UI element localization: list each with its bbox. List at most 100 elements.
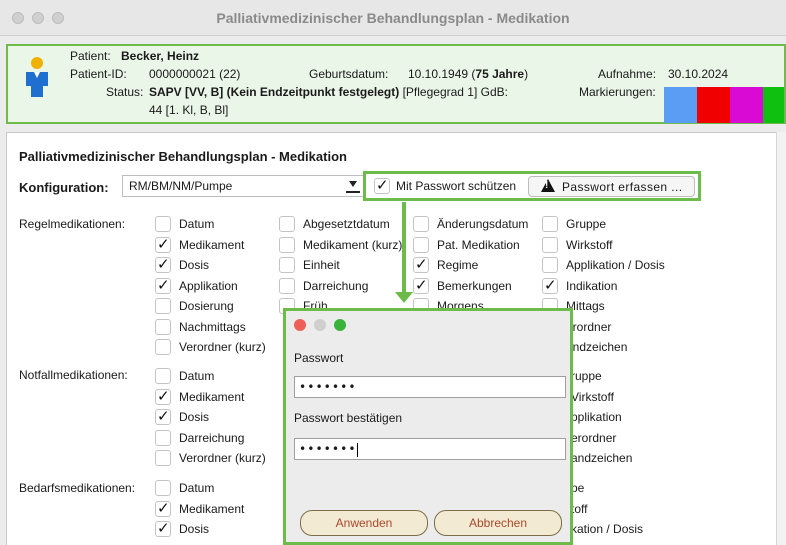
notfall-option-1-label: Medikament [179, 389, 245, 404]
regel-option-2-0-label: Abgesetztdatum [303, 217, 390, 231]
dialog-zoom-button[interactable] [334, 319, 346, 331]
notfall-option-0-label: Datum [179, 369, 215, 383]
notfall-partial-label-4: andzeichen [571, 451, 633, 465]
cancel-button[interactable]: Abbrechen [434, 510, 562, 536]
regel-option-2-3-label: Darreichung [303, 278, 369, 293]
regel-option-4-2-checkbox[interactable] [542, 257, 558, 273]
regel-option-2-2-label: Einheit [303, 258, 340, 272]
regel-option-2-1-label: Medikament (kurz) [303, 237, 403, 252]
password-protect-group: Mit Passwort schützen ! Passwort erfasse… [363, 171, 701, 201]
regel-option-1-1-checkbox[interactable] [155, 235, 171, 253]
password-input[interactable]: ••••••• [294, 376, 566, 398]
config-combobox[interactable]: RM/BM/NM/Pumpe [122, 175, 364, 197]
regel-option-4-3-checkbox[interactable] [542, 276, 558, 294]
regel-option-3-2-checkbox[interactable] [413, 255, 429, 273]
bedarf-partial-label-0: pe [571, 481, 585, 495]
chevron-down-icon[interactable] [346, 179, 360, 193]
regel-option-4-3-label: Indikation [566, 278, 618, 293]
marker-swatch-magenta[interactable] [730, 87, 763, 123]
confirm-password-input[interactable]: ••••••• [294, 438, 566, 460]
notfall-option-4-checkbox[interactable] [155, 450, 171, 466]
password-protect-checkbox[interactable] [374, 176, 390, 194]
bedarf-option-0-checkbox[interactable] [155, 480, 171, 496]
notfall-label: Notfallmedikationen: [19, 368, 128, 382]
apply-button[interactable]: Anwenden [300, 510, 428, 536]
marker-swatch-red[interactable] [697, 87, 730, 123]
regel-option-3-0-label: Änderungsdatum [437, 217, 529, 231]
confirm-password-label: Passwort bestätigen [294, 411, 403, 425]
regel-option-1-6-label: Verordner (kurz) [179, 340, 266, 354]
notfall-partial-label-3: erordner [571, 430, 617, 445]
annotation-arrow [402, 202, 406, 294]
regel-option-1-2-checkbox[interactable] [155, 255, 171, 273]
notfall-partial-label-0: ruppe [571, 369, 602, 383]
regel-option-2-3-checkbox[interactable] [279, 277, 295, 294]
admission-value: 30.10.2024 [668, 67, 729, 81]
window-titlebar: Palliativmedizinischer Behandlungsplan -… [0, 0, 786, 36]
notfall-partial-label-1: Virkstoff [571, 389, 614, 404]
regel-option-3-3-checkbox[interactable] [413, 276, 429, 294]
regel-option-1-5-label: Nachmittags [179, 319, 246, 334]
config-value: RM/BM/NM/Pumpe [129, 179, 233, 193]
password-protect-label: Mit Passwort schützen [396, 179, 517, 193]
patient-avatar-icon [26, 57, 48, 97]
regel-option-2-1-checkbox[interactable] [279, 236, 295, 253]
marker-swatch-green[interactable] [763, 87, 784, 123]
regel-option-1-0-checkbox[interactable] [155, 216, 171, 232]
regel-option-1-3-label: Applikation [179, 278, 238, 293]
vertical-scrollbar[interactable] [776, 132, 786, 545]
admission-label: Aufnahme: [598, 67, 657, 81]
bedarf-option-2-label: Dosis [179, 522, 210, 536]
status-value: SAPV [VV, B] (Kein Endzeitpunkt festgele… [149, 85, 508, 99]
section-heading: Palliativmedizinischer Behandlungsplan -… [19, 149, 347, 164]
password-dialog: Passwort ••••••• Passwort bestätigen •••… [283, 308, 573, 545]
regel-option-4-2-label: Applikation / Dosis [566, 258, 665, 272]
dob-label: Geburtsdatum: [309, 67, 389, 81]
enter-password-button-label: Passwort erfassen ... [562, 180, 683, 194]
notfall-option-3-label: Darreichung [179, 430, 245, 445]
regel-option-3-1-checkbox[interactable] [413, 236, 429, 253]
notfall-partial-label-2: pplikation [571, 410, 622, 424]
notfall-option-0-checkbox[interactable] [155, 368, 171, 384]
regel-label: Regelmedikationen: [19, 217, 126, 231]
notfall-option-4-label: Verordner (kurz) [179, 451, 266, 465]
bedarf-option-1-checkbox[interactable] [155, 499, 171, 517]
status-value-line2: 44 [1. Kl, B, Bl] [149, 103, 229, 117]
regel-option-1-6-checkbox[interactable] [155, 339, 171, 355]
regel-option-4-1-label: Wirkstoff [566, 237, 613, 252]
window-title: Palliativmedizinischer Behandlungsplan -… [216, 10, 570, 26]
regel-option-3-3-label: Bemerkungen [437, 278, 512, 293]
dialog-minimize-button[interactable] [314, 319, 326, 331]
bedarf-option-2-checkbox[interactable] [155, 519, 171, 537]
regel-option-1-2-label: Dosis [179, 258, 210, 272]
patient-id-label: Patient-ID: [70, 67, 127, 81]
regel-option-1-5-checkbox[interactable] [155, 318, 171, 335]
patient-id-value: 0000000021 (22) [149, 67, 241, 81]
marker-swatch-blue[interactable] [664, 87, 697, 123]
notfall-option-2-checkbox[interactable] [155, 407, 171, 425]
bedarf-partial-label-2: kation / Dosis [571, 522, 644, 536]
regel-option-4-0-label: Gruppe [566, 217, 607, 231]
password-label: Passwort [294, 351, 344, 365]
notfall-option-1-checkbox[interactable] [155, 387, 171, 405]
patient-label: Patient: [70, 49, 111, 63]
config-label: Konfiguration: [19, 180, 109, 195]
notfall-option-3-checkbox[interactable] [155, 429, 171, 446]
dialog-close-button[interactable] [294, 319, 306, 331]
regel-option-2-2-checkbox[interactable] [279, 257, 295, 273]
notfall-option-2-label: Dosis [179, 410, 210, 424]
regel-option-1-3-checkbox[interactable] [155, 276, 171, 294]
bedarf-partial-label-1: toff [571, 501, 588, 516]
regel-option-4-1-checkbox[interactable] [542, 236, 558, 253]
regel-option-2-0-checkbox[interactable] [279, 216, 295, 232]
regel-option-1-4-label: Dosierung [179, 299, 234, 313]
regel-option-3-0-checkbox[interactable] [413, 216, 429, 232]
regel-option-1-4-checkbox[interactable] [155, 298, 171, 314]
status-label: Status: [106, 85, 144, 99]
bedarf-option-0-label: Datum [179, 481, 215, 495]
regel-option-3-1-label: Pat. Medikation [437, 237, 520, 252]
regel-option-3-2-label: Regime [437, 258, 479, 272]
enter-password-button[interactable]: ! Passwort erfassen ... [528, 176, 695, 197]
bedarf-option-1-label: Medikament [179, 501, 245, 516]
regel-option-4-0-checkbox[interactable] [542, 216, 558, 232]
